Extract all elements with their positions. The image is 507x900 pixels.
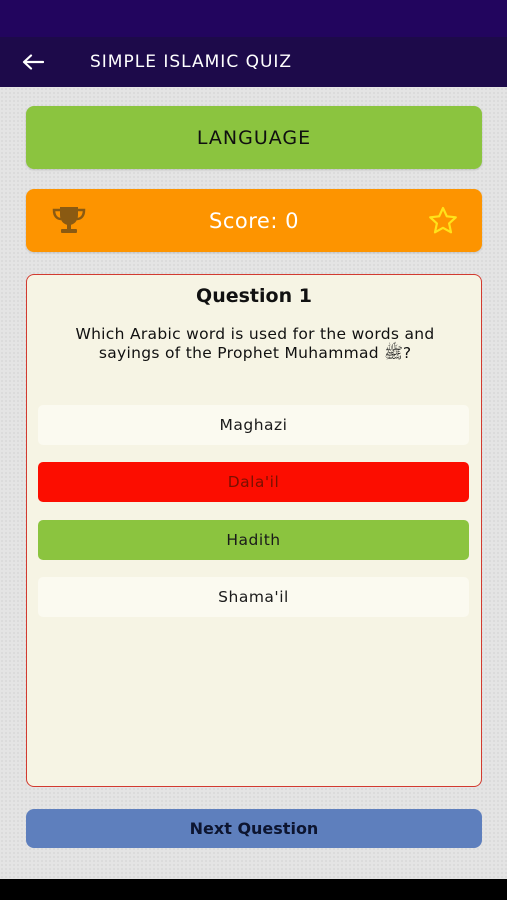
app-bar: SIMPLE ISLAMIC QUIZ (0, 37, 507, 87)
score-bar: Score: 0 (26, 189, 482, 252)
question-number: Question 1 (196, 285, 312, 307)
next-question-button[interactable]: Next Question (26, 809, 482, 848)
answer-option-dalail[interactable]: Dala'il (38, 462, 469, 502)
arrow-left-icon (22, 54, 44, 70)
question-card: Question 1 Which Arabic word is used for… (26, 274, 482, 787)
navigation-bar (0, 879, 507, 900)
trophy-icon (52, 207, 86, 233)
answer-option-maghazi[interactable]: Maghazi (38, 405, 469, 445)
back-button[interactable] (0, 37, 66, 87)
app-title: SIMPLE ISLAMIC QUIZ (90, 52, 293, 72)
quiz-screen: LANGUAGE Score: 0 Question 1 Which Arabi… (0, 87, 507, 879)
score-label: Score: 0 (209, 208, 299, 233)
status-bar (0, 0, 507, 37)
star-icon (429, 206, 457, 234)
answer-option-shamail[interactable]: Shama'il (38, 577, 469, 617)
language-button[interactable]: LANGUAGE (26, 106, 482, 169)
question-text: Which Arabic word is used for the words … (75, 325, 435, 362)
answer-option-hadith[interactable]: Hadith (38, 520, 469, 560)
